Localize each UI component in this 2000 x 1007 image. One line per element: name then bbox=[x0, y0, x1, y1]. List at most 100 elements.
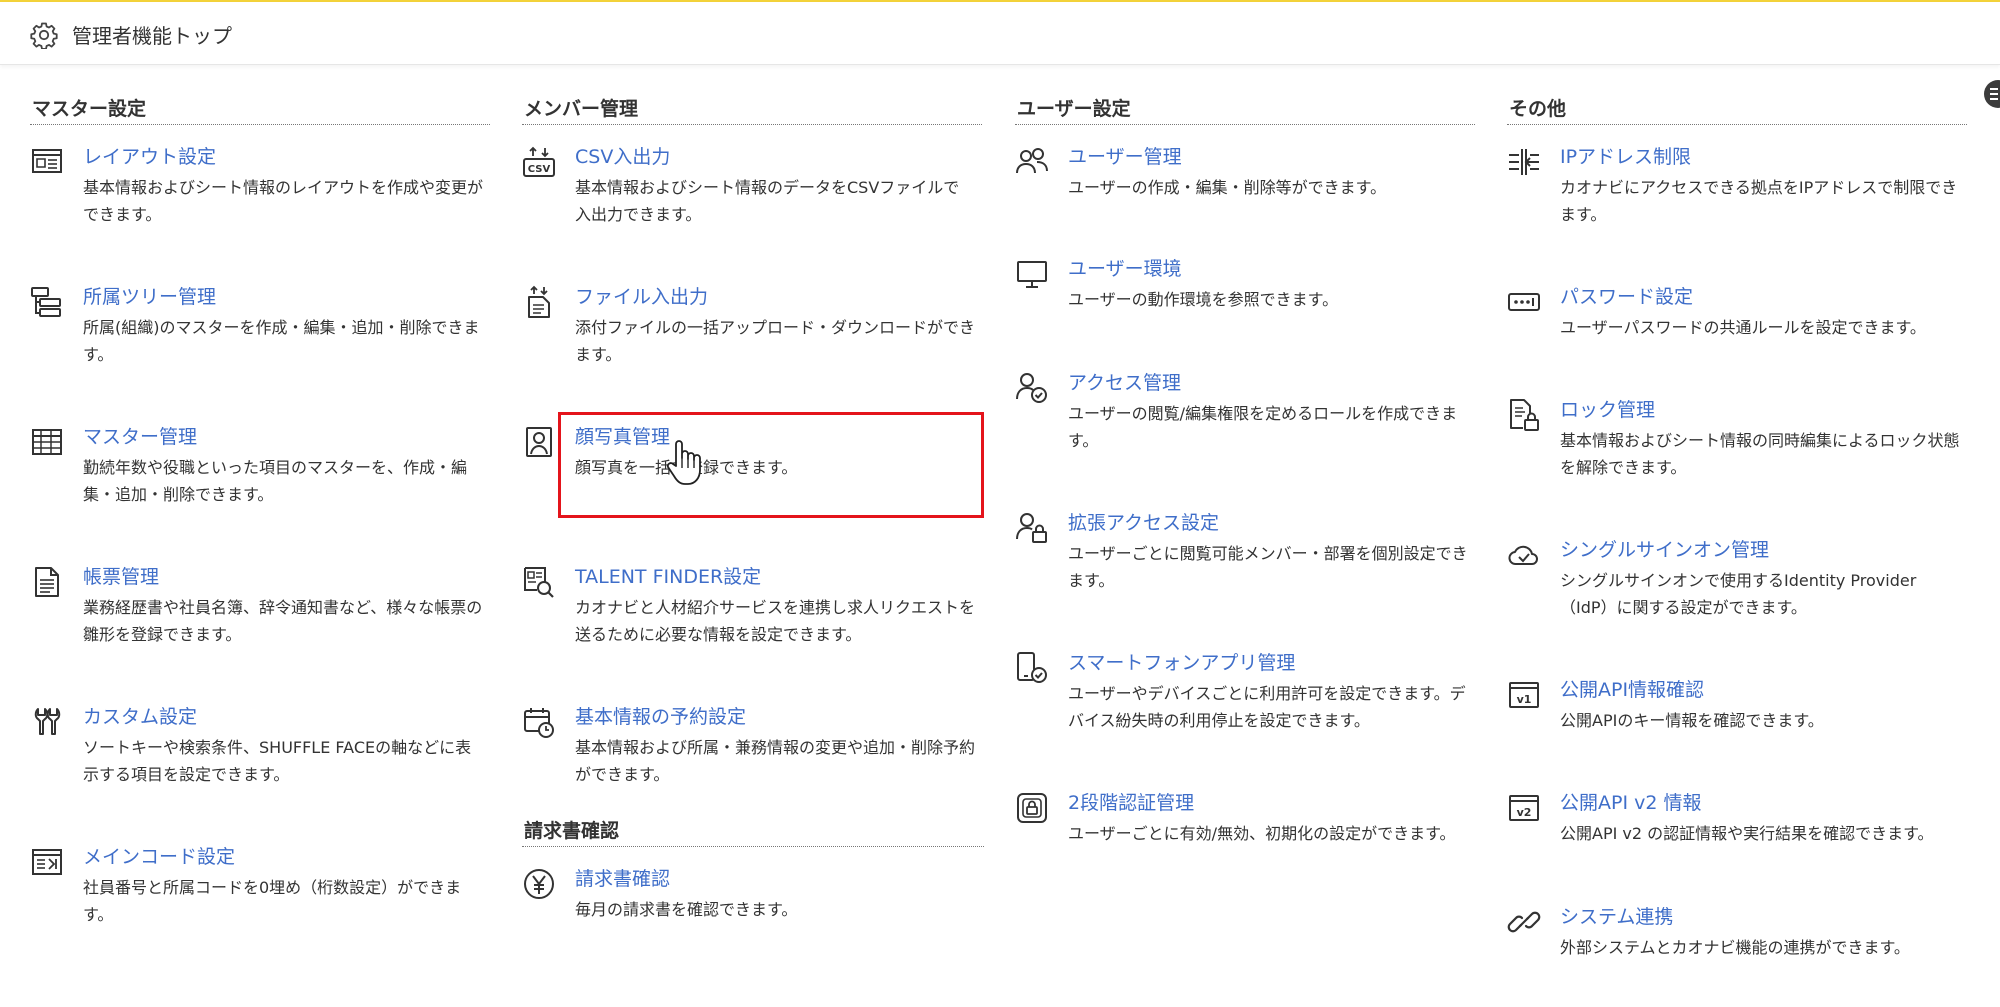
section-title: メンバー管理 bbox=[522, 94, 982, 125]
item-title[interactable]: 所属ツリー管理 bbox=[83, 285, 216, 309]
menu-item-talent-finder[interactable]: TALENT FINDER設定 カオナビと人材紹介サービスを連携し求人リクエスト… bbox=[522, 565, 982, 665]
menu-item-file-io[interactable]: ファイル入出力 添付ファイルの一括アップロード・ダウンロードができます。 bbox=[522, 285, 982, 385]
menu-item-csv-io[interactable]: CSV CSV入出力 基本情報およびシート情報のデータをCSVファイルで入出力で… bbox=[522, 145, 982, 245]
link-icon bbox=[1507, 905, 1541, 939]
item-description: ユーザーの作成・編集・削除等ができます。 bbox=[1068, 178, 1387, 197]
item-title[interactable]: CSV入出力 bbox=[575, 145, 670, 169]
item-title[interactable]: マスター管理 bbox=[83, 425, 197, 449]
main-code-icon bbox=[30, 845, 64, 879]
menu-item-custom-settings[interactable]: カスタム設定 ソートキーや検索条件、SHUFFLE FACEの軸などに表示する項… bbox=[30, 705, 490, 805]
menu-item-master-management[interactable]: マスター管理 勤続年数や役職といった項目のマスターを、作成・編集・追加・削除でき… bbox=[30, 425, 490, 525]
menu-item-password-settings[interactable]: パスワード設定 ユーザーパスワードの共通ルールを設定できます。 bbox=[1507, 285, 1967, 385]
gear-icon bbox=[30, 21, 58, 49]
item-title[interactable]: ユーザー管理 bbox=[1068, 145, 1182, 169]
item-title[interactable]: レイアウト設定 bbox=[83, 145, 216, 169]
two-factor-icon bbox=[1015, 791, 1049, 825]
section-other: その他 IPアドレス制限 カオナビにアクセスできる拠点をIPアドレスで制限できま… bbox=[1507, 94, 1967, 957]
item-title[interactable]: アクセス管理 bbox=[1068, 371, 1181, 395]
item-title[interactable]: シングルサインオン管理 bbox=[1560, 538, 1769, 562]
item-title[interactable]: 公開API情報確認 bbox=[1560, 678, 1704, 702]
section-title-invoice: 請求書確認 bbox=[522, 816, 984, 847]
menu-item-sso[interactable]: シングルサインオン管理 シングルサインオンで使用するIdentity Provi… bbox=[1507, 538, 1967, 638]
item-description: 外部システムとカオナビ機能の連携ができます。 bbox=[1560, 938, 1910, 957]
item-title[interactable]: スマートフォンアプリ管理 bbox=[1068, 651, 1295, 675]
item-description: 添付ファイルの一括アップロード・ダウンロードができます。 bbox=[575, 318, 976, 364]
cloud-check-icon bbox=[1507, 538, 1541, 572]
section-title: マスター設定 bbox=[30, 94, 490, 125]
svg-text:v2: v2 bbox=[1517, 806, 1532, 819]
menu-item-public-api[interactable]: v1 公開API情報確認 公開APIのキー情報を確認できます。 bbox=[1507, 678, 1967, 778]
menu-item-system-integration[interactable]: システム連携 外部システムとカオナビ機能の連携ができます。 bbox=[1507, 905, 1967, 1005]
menu-item-ip-restriction[interactable]: IPアドレス制限 カオナビにアクセスできる拠点をIPアドレスで制限できます。 bbox=[1507, 145, 1967, 245]
section-title: その他 bbox=[1507, 94, 1967, 125]
user-check-icon bbox=[1015, 371, 1049, 405]
item-description: ソートキーや検索条件、SHUFFLE FACEの軸などに表示する項目を設定できま… bbox=[83, 738, 472, 784]
menu-item-extended-access[interactable]: 拡張アクセス設定 ユーザーごとに閲覧可能メンバー・部署を個別設定できます。 bbox=[1015, 511, 1475, 611]
item-description: ユーザーの閲覧/編集権限を定めるロールを作成できます。 bbox=[1068, 404, 1458, 450]
svg-text:v1: v1 bbox=[1517, 693, 1532, 706]
item-description: 勤続年数や役職といった項目のマスターを、作成・編集・追加・削除できます。 bbox=[83, 458, 468, 504]
calendar-clock-icon bbox=[522, 705, 556, 739]
item-description: 毎月の請求書を確認できます。 bbox=[575, 900, 798, 919]
side-menu-toggle-button[interactable] bbox=[1984, 80, 2000, 108]
section-master-settings: マスター設定 レイアウト設定 基本情報およびシート情報のレイアウトを作成や変更が… bbox=[30, 94, 490, 924]
menu-item-smartphone-app[interactable]: スマートフォンアプリ管理 ユーザーやデバイスごとに利用許可を設定できます。デバイ… bbox=[1015, 651, 1475, 751]
section-user-settings: ユーザー設定 ユーザー管理 ユーザーの作成・編集・削除等ができます。 ユーザー環… bbox=[1015, 94, 1475, 843]
portrait-icon bbox=[522, 425, 556, 459]
menu-item-layout-settings[interactable]: レイアウト設定 基本情報およびシート情報のレイアウトを作成や変更ができます。 bbox=[30, 145, 490, 245]
item-title[interactable]: ユーザー環境 bbox=[1068, 257, 1182, 281]
highlight-box bbox=[558, 412, 984, 518]
page-header: 管理者機能トップ bbox=[0, 2, 2000, 65]
menu-item-org-tree[interactable]: 所属ツリー管理 所属(組織)のマスターを作成・編集・追加・削除できます。 bbox=[30, 285, 490, 385]
item-description: ユーザーやデバイスごとに利用許可を設定できます。デバイス紛失時の利用停止を設定で… bbox=[1068, 684, 1466, 730]
item-title[interactable]: ファイル入出力 bbox=[575, 285, 708, 309]
custom-icon bbox=[30, 705, 64, 739]
item-title[interactable]: 基本情報の予約設定 bbox=[575, 705, 746, 729]
item-title[interactable]: システム連携 bbox=[1560, 905, 1673, 929]
item-description: 基本情報およびシート情報のデータをCSVファイルで入出力できます。 bbox=[575, 178, 960, 224]
item-description: 公開APIのキー情報を確認できます。 bbox=[1560, 711, 1824, 730]
password-icon bbox=[1507, 285, 1541, 319]
item-title[interactable]: 拡張アクセス設定 bbox=[1068, 511, 1219, 535]
menu-item-forms[interactable]: 帳票管理 業務経歴書や社員名簿、辞令通知書など、様々な帳票の雛形を登録できます。 bbox=[30, 565, 490, 665]
menu-item-scheduled-settings[interactable]: 基本情報の予約設定 基本情報および所属・兼務情報の変更や追加・削除予約ができます… bbox=[522, 705, 982, 805]
menu-item-invoice[interactable]: 請求書確認 毎月の請求書を確認できます。 bbox=[522, 867, 982, 967]
hand-pointer-icon bbox=[664, 436, 702, 488]
page-title: 管理者機能トップ bbox=[72, 24, 232, 48]
menu-item-main-code[interactable]: メインコード設定 社員番号と所属コードを0埋め（桁数設定）ができます。 bbox=[30, 845, 490, 945]
item-description: 基本情報およびシート情報の同時編集によるロック状態を解除できます。 bbox=[1560, 431, 1960, 477]
svg-text:CSV: CSV bbox=[528, 164, 551, 175]
item-description: 業務経歴書や社員名簿、辞令通知書など、様々な帳票の雛形を登録できます。 bbox=[83, 598, 483, 644]
item-description: カオナビにアクセスできる拠点をIPアドレスで制限できます。 bbox=[1560, 178, 1958, 224]
item-description: ユーザーごとに閲覧可能メンバー・部署を個別設定できます。 bbox=[1068, 544, 1468, 590]
section-title: ユーザー設定 bbox=[1015, 94, 1475, 125]
item-title[interactable]: 帳票管理 bbox=[83, 565, 159, 589]
item-title[interactable]: 公開API v2 情報 bbox=[1560, 791, 1701, 815]
item-description: 公開API v2 の認証情報や実行結果を確認できます。 bbox=[1560, 824, 1934, 843]
item-title[interactable]: 2段階認証管理 bbox=[1068, 791, 1194, 815]
item-title[interactable]: カスタム設定 bbox=[83, 705, 197, 729]
item-title[interactable]: 請求書確認 bbox=[575, 867, 670, 891]
menu-item-public-api-v2[interactable]: v2 公開API v2 情報 公開API v2 の認証情報や実行結果を確認できま… bbox=[1507, 791, 1967, 891]
item-description: シングルサインオンで使用するIdentity Provider（IdP）に関する… bbox=[1560, 571, 1917, 617]
item-description: 社員番号と所属コードを0埋め（桁数設定）ができます。 bbox=[83, 878, 462, 924]
menu-item-user-environment[interactable]: ユーザー環境 ユーザーの動作環境を参照できます。 bbox=[1015, 257, 1475, 357]
menu-item-lock-management[interactable]: ロック管理 基本情報およびシート情報の同時編集によるロック状態を解除できます。 bbox=[1507, 398, 1967, 498]
yen-icon bbox=[522, 867, 556, 901]
item-title[interactable]: メインコード設定 bbox=[83, 845, 235, 869]
users-icon bbox=[1015, 145, 1049, 179]
item-title[interactable]: TALENT FINDER設定 bbox=[575, 565, 761, 589]
doc-lock-icon bbox=[1507, 398, 1541, 432]
item-title[interactable]: パスワード設定 bbox=[1560, 285, 1693, 309]
menu-item-user-management[interactable]: ユーザー管理 ユーザーの作成・編集・削除等ができます。 bbox=[1015, 145, 1475, 245]
item-description: ユーザーパスワードの共通ルールを設定できます。 bbox=[1560, 318, 1926, 337]
item-title[interactable]: ロック管理 bbox=[1560, 398, 1655, 422]
api-v1-icon: v1 bbox=[1507, 678, 1541, 712]
item-title[interactable]: IPアドレス制限 bbox=[1560, 145, 1691, 169]
table-icon bbox=[30, 425, 64, 459]
layout-icon bbox=[30, 145, 64, 179]
item-description: カオナビと人材紹介サービスを連携し求人リクエストを送るために必要な情報を設定でき… bbox=[575, 598, 976, 644]
menu-item-two-factor[interactable]: 2段階認証管理 ユーザーごとに有効/無効、初期化の設定ができます。 bbox=[1015, 791, 1475, 891]
item-description: 基本情報およびシート情報のレイアウトを作成や変更ができます。 bbox=[83, 178, 484, 224]
menu-item-access-management[interactable]: アクセス管理 ユーザーの閲覧/編集権限を定めるロールを作成できます。 bbox=[1015, 371, 1475, 471]
